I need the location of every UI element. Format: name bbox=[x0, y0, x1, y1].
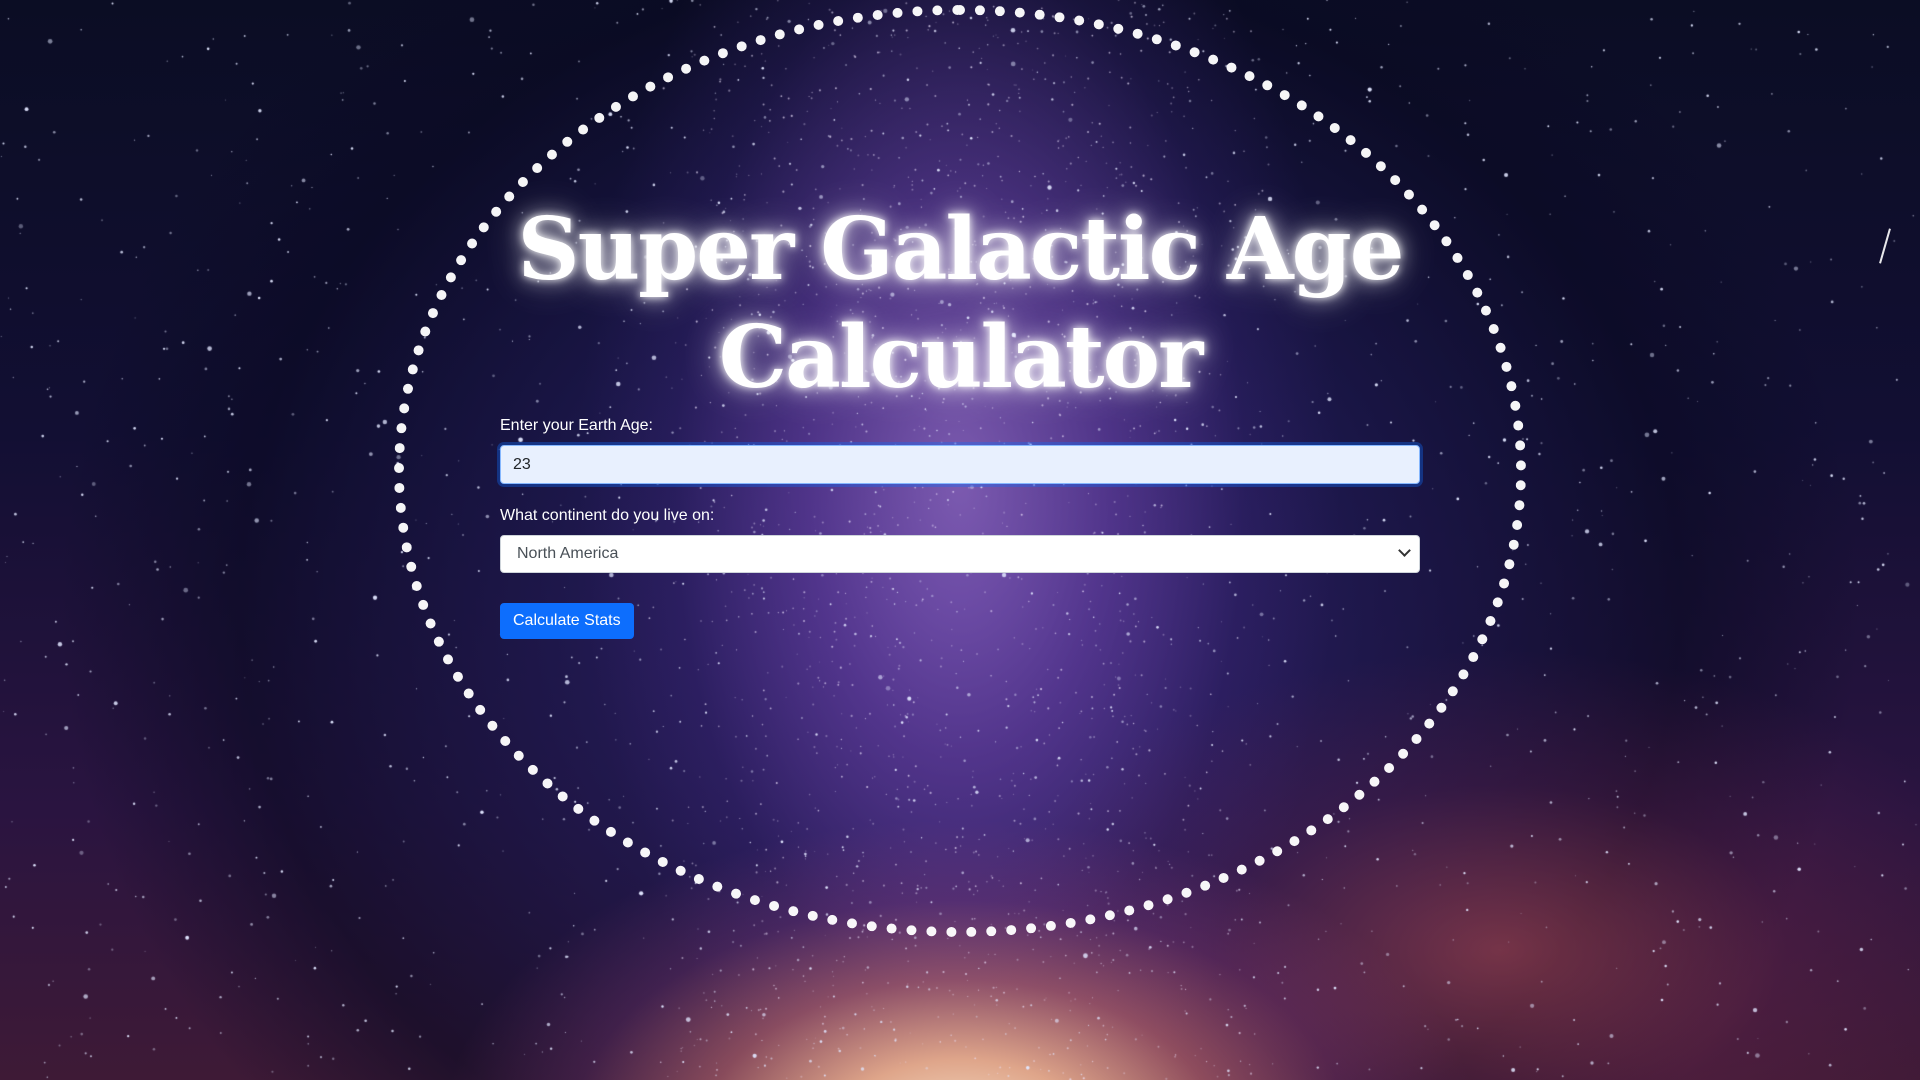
page-title: Super Galactic Age Calculator bbox=[517, 199, 1405, 408]
earth-age-label: Enter your Earth Age: bbox=[500, 417, 653, 434]
chevron-down-icon bbox=[1398, 544, 1411, 557]
continent-label: What continent do you live on: bbox=[500, 507, 715, 524]
continent-selected-value: North America bbox=[517, 545, 619, 562]
calculate-stats-button[interactable]: Calculate Stats bbox=[500, 603, 634, 639]
shooting-star bbox=[1879, 228, 1891, 264]
earth-age-input[interactable] bbox=[500, 445, 1420, 484]
continent-select[interactable]: North America bbox=[500, 535, 1420, 573]
age-form: Enter your Earth Age: What continent do … bbox=[500, 414, 1420, 639]
